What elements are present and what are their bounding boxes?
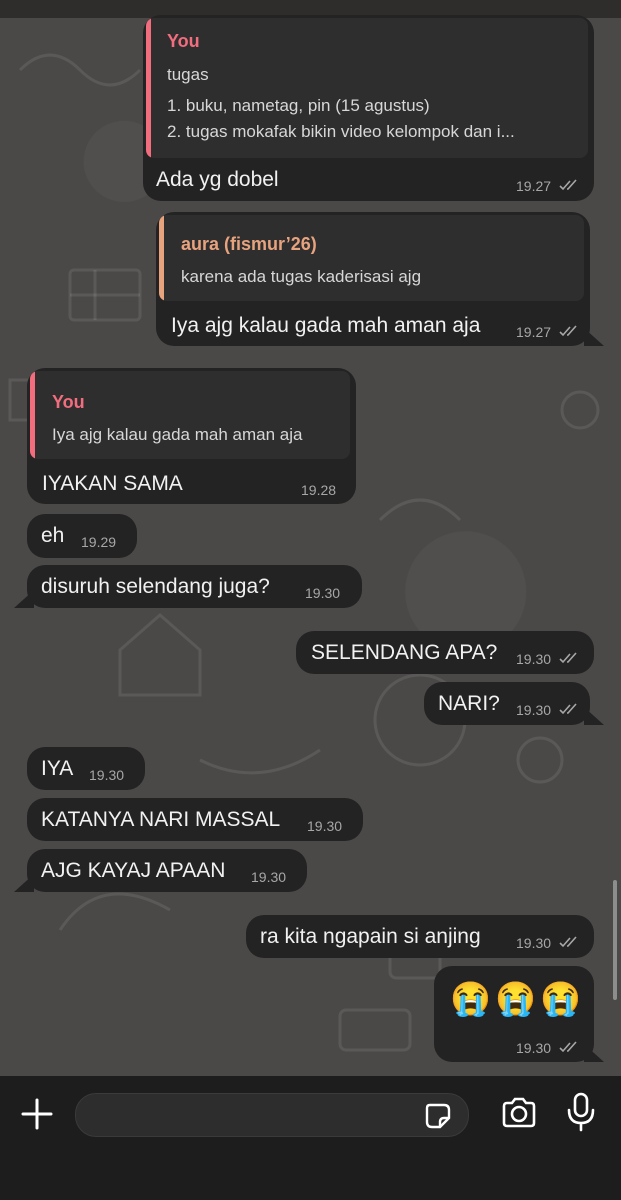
message-time: 19.30 [307, 818, 343, 834]
message-time: 19.30 [251, 869, 287, 885]
message-text: IYA [41, 757, 74, 780]
plus-icon[interactable] [20, 1097, 54, 1131]
message-bubble-outgoing[interactable]: You tugas 1. buku, nametag, pin (15 agus… [143, 15, 594, 201]
quote-author: You [52, 392, 85, 412]
bubble-tail [584, 1044, 604, 1062]
message-time: 19.28 [301, 482, 337, 498]
message-time: 19.30 [516, 702, 552, 718]
quote-accent-bar [146, 18, 151, 158]
bubble-tail [14, 874, 34, 892]
quote-line: Iya ajg kalau gada mah aman aja [52, 425, 303, 444]
double-check-icon [559, 936, 577, 948]
message-bubble-incoming[interactable]: IYA 19.30 [27, 747, 145, 790]
bubble-tail [584, 707, 604, 725]
message-time: 19.30 [516, 935, 552, 951]
message-input[interactable] [75, 1093, 469, 1137]
message-text: IYAKAN SAMA [42, 472, 183, 495]
message-bubble-incoming[interactable]: KATANYA NARI MASSAL 19.30 [27, 798, 363, 841]
message-text: disuruh selendang juga? [41, 575, 270, 598]
quote-author: aura (fismur’26) [181, 234, 317, 254]
reply-quote[interactable]: You Iya ajg kalau gada mah aman aja [30, 371, 350, 459]
bubble-tail [584, 328, 604, 346]
message-bubble-outgoing[interactable]: ra kita ngapain si anjing 19.30 [246, 915, 594, 958]
message-time: 19.30 [516, 1040, 552, 1056]
double-check-icon [559, 179, 577, 191]
message-text: Iya ajg kalau gada mah aman aja [171, 314, 481, 337]
quote-author: You [167, 31, 200, 51]
message-time: 19.30 [305, 585, 341, 601]
message-text: AJG KAYAJ APAAN [41, 859, 226, 882]
double-check-icon [559, 703, 577, 715]
message-text: SELENDANG APA? [311, 641, 498, 664]
sticker-icon[interactable] [424, 1102, 452, 1130]
double-check-icon [559, 325, 577, 337]
quote-accent-bar [30, 371, 35, 459]
message-input-bar [0, 1076, 621, 1200]
reply-quote[interactable]: You tugas 1. buku, nametag, pin (15 agus… [146, 18, 588, 158]
message-text: ra kita ngapain si anjing [260, 925, 481, 948]
scrollbar-thumb[interactable] [613, 880, 617, 1000]
microphone-icon[interactable] [566, 1092, 596, 1132]
message-time: 19.29 [81, 534, 117, 550]
message-bubble-incoming[interactable]: AJG KAYAJ APAAN 19.30 [27, 849, 307, 892]
message-time: 19.30 [89, 767, 125, 783]
message-bubble-outgoing[interactable]: aura (fismur’26) karena ada tugas kaderi… [156, 212, 590, 346]
message-bubble-incoming[interactable]: eh 19.29 [27, 514, 137, 558]
message-text: Ada yg dobel [156, 168, 279, 191]
bubble-tail [14, 590, 34, 608]
message-bubble-incoming[interactable]: disuruh selendang juga? 19.30 [27, 565, 362, 608]
message-time: 19.27 [516, 178, 552, 194]
message-bubble-outgoing[interactable]: NARI? 19.30 [424, 682, 590, 725]
message-time: 19.30 [516, 651, 552, 667]
double-check-icon [559, 652, 577, 664]
message-text: NARI? [438, 692, 500, 715]
message-bubble-outgoing[interactable]: SELENDANG APA? 19.30 [296, 631, 594, 674]
quote-line: 1. buku, nametag, pin (15 agustus) [167, 96, 430, 115]
message-bubble-incoming[interactable]: You Iya ajg kalau gada mah aman aja IYAK… [27, 368, 356, 504]
double-check-icon [559, 1041, 577, 1053]
quote-line: 2. tugas mokafak bikin video kelompok da… [167, 122, 515, 141]
message-bubble-outgoing[interactable]: 😭😭😭 19.30 [434, 966, 594, 1062]
quote-accent-bar [159, 215, 164, 301]
quote-line: karena ada tugas kaderisasi ajg [181, 267, 422, 286]
emoji-message: 😭😭😭 [450, 980, 586, 1017]
message-text: KATANYA NARI MASSAL [41, 808, 281, 831]
reply-quote[interactable]: aura (fismur’26) karena ada tugas kaderi… [159, 215, 584, 301]
message-text: eh [41, 524, 65, 547]
message-time: 19.27 [516, 324, 552, 340]
camera-icon[interactable] [500, 1097, 538, 1129]
quote-line: tugas [167, 65, 209, 84]
